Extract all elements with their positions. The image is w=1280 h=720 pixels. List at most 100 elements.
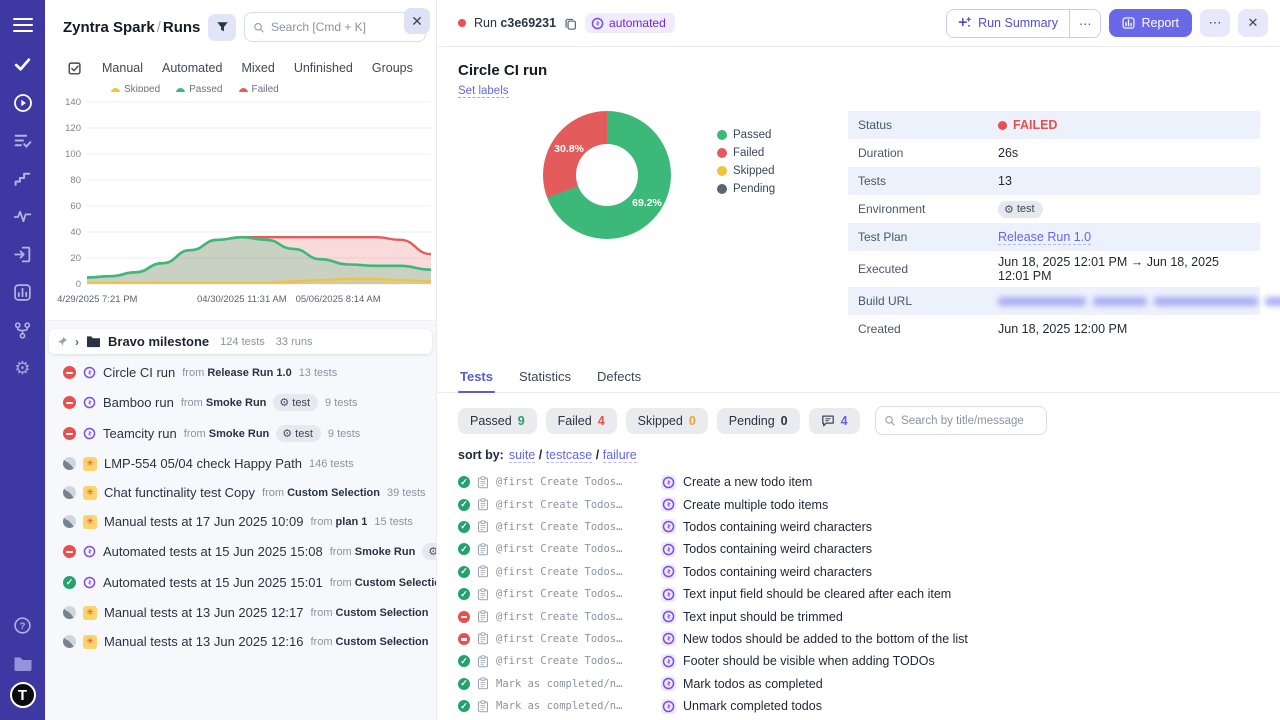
run-source: from Release Run 1.0 — [182, 367, 291, 379]
filter-chip[interactable]: Passed9 — [458, 408, 537, 434]
test-title: Create multiple todo items — [683, 498, 828, 512]
run-status-dot — [458, 19, 466, 27]
pin-icon[interactable] — [57, 336, 68, 347]
help-icon[interactable]: ? — [0, 606, 45, 644]
breadcrumb-project[interactable]: Zyntra Spark — [63, 19, 155, 36]
run-list-item[interactable]: ✳ LMP-554 05/04 check Happy Path ⚙ ⚙ 146… — [45, 449, 436, 478]
set-labels-link[interactable]: Set labels — [458, 85, 509, 98]
test-row[interactable]: @first Create Todos… Footer should be vi… — [458, 650, 1260, 672]
detail-row: Environment ⚙test — [848, 195, 1260, 223]
tab-automated[interactable]: Automated — [162, 61, 222, 75]
run-list-item[interactable]: Bamboo run from Smoke Run ⚙test ⚙ 9 test… — [45, 387, 436, 418]
run-list-item[interactable]: ✳ Chat functinality test Copy from Custo… — [45, 478, 436, 507]
milestone-folder-row[interactable]: › Bravo milestone 124 tests 33 runs — [49, 329, 432, 354]
test-title: New todos should be added to the bottom … — [683, 632, 968, 646]
legend-item: Failed — [239, 82, 279, 92]
automated-icon — [661, 542, 676, 557]
test-plan-link[interactable]: Release Run 1.0 — [998, 230, 1091, 245]
close-detail-button[interactable]: ✕ — [1238, 9, 1268, 37]
nav-import-icon[interactable] — [0, 236, 45, 274]
automated-badge[interactable]: automated — [585, 13, 675, 33]
detail-value: ⚙test — [998, 201, 1043, 218]
run-summary-more-button[interactable]: ⋯ — [1069, 10, 1101, 37]
test-suite-name: @first Create Todos… — [496, 611, 654, 623]
breadcrumb[interactable]: Zyntra Spark/Runs — [63, 19, 200, 36]
run-list-item[interactable]: Circle CI run from Release Run 1.0 ⚙ ⚙ 1… — [45, 358, 436, 387]
runs-search[interactable] — [244, 12, 426, 42]
automated-run-icon — [83, 576, 96, 589]
chevron-right-icon[interactable]: › — [75, 335, 79, 349]
tests-search[interactable] — [875, 406, 1047, 435]
sort-by-testcase[interactable]: testcase — [546, 448, 593, 463]
tab-defects[interactable]: Defects — [595, 363, 643, 392]
hamburger-menu-icon[interactable] — [13, 14, 33, 36]
filter-chip[interactable]: Skipped0 — [626, 408, 708, 434]
nav-analytics-icon[interactable] — [0, 274, 45, 312]
test-row[interactable]: @first Create Todos… Text input field sh… — [458, 583, 1260, 605]
svg-text:0: 0 — [76, 279, 81, 290]
tab-statistics[interactable]: Statistics — [517, 363, 573, 392]
run-name: Manual tests at 13 Jun 2025 12:16 — [104, 634, 303, 649]
nav-runs-icon[interactable] — [0, 84, 45, 122]
nav-plans-icon[interactable] — [0, 122, 45, 160]
more-options-button[interactable]: ⋯ — [1200, 9, 1230, 37]
run-list-item[interactable]: ✳ Manual tests at 17 Jun 2025 10:09 from… — [45, 507, 436, 536]
tab-manual[interactable]: Manual — [102, 61, 143, 75]
nav-testcases-icon[interactable] — [0, 46, 45, 84]
run-list-item[interactable]: Teamcity run from Smoke Run ⚙test ⚙ 9 te… — [45, 418, 436, 449]
tab-groups[interactable]: Groups — [372, 61, 413, 75]
test-title: Todos containing weird characters — [683, 542, 872, 556]
run-list-item[interactable]: Automated tests at 15 Jun 2025 15:01 fro… — [45, 567, 436, 598]
svg-text:20: 20 — [70, 253, 81, 264]
test-row[interactable]: @first Create Todos… Text input should b… — [458, 605, 1260, 627]
test-row[interactable]: @first Create Todos… New todos should be… — [458, 628, 1260, 650]
test-title: Text input field should be cleared after… — [683, 587, 951, 601]
runs-search-input[interactable] — [271, 20, 417, 34]
nav-pulse-icon[interactable] — [0, 198, 45, 236]
panel-close-button[interactable]: ✕ — [404, 8, 430, 34]
app-logo[interactable]: T — [10, 682, 36, 708]
test-row[interactable]: Mark as completed/n… Mark todos as compl… — [458, 673, 1260, 695]
automated-icon — [591, 17, 604, 30]
run-list-item[interactable]: ✳ Manual tests at 13 Jun 2025 12:16 from… — [45, 627, 436, 656]
settings-gear-icon[interactable]: ⚙ — [0, 350, 45, 388]
filter-chip[interactable]: Pending0 — [717, 408, 800, 434]
filter-button[interactable] — [208, 14, 236, 41]
sort-by-suite[interactable]: suite — [509, 448, 535, 463]
search-icon — [884, 414, 896, 427]
test-row[interactable]: @first Create Todos… Todos containing we… — [458, 561, 1260, 583]
detail-label: Status — [858, 118, 998, 132]
automated-run-icon — [83, 545, 96, 558]
donut-legend-item: Pending — [717, 183, 775, 195]
test-suite-name: @first Create Todos… — [496, 566, 654, 578]
svg-text:100: 100 — [65, 149, 81, 160]
detail-label: Executed — [858, 262, 998, 276]
comments-filter-chip[interactable]: 4 — [809, 408, 860, 434]
projects-folder-icon[interactable] — [0, 644, 45, 682]
test-row[interactable]: Mark as completed/n… Unmark completed to… — [458, 695, 1260, 717]
tab-mixed[interactable]: Mixed — [241, 61, 274, 75]
copy-icon[interactable] — [564, 17, 577, 30]
legend-item: Passed — [176, 82, 222, 92]
test-row[interactable]: @first Create Todos… Create a new todo i… — [458, 471, 1260, 493]
tab-unfinished[interactable]: Unfinished — [294, 61, 353, 75]
nav-branches-icon[interactable] — [0, 312, 45, 350]
report-button[interactable]: Report — [1109, 9, 1192, 37]
tests-search-input[interactable] — [901, 415, 1037, 427]
comment-icon — [821, 414, 835, 427]
test-row[interactable]: @first Create Todos… Todos containing we… — [458, 516, 1260, 538]
tab-tests[interactable]: Tests — [458, 363, 495, 392]
sort-row: sort by: suite / testcase / failure — [458, 448, 1260, 462]
test-row[interactable]: @first Create Todos… Todos containing we… — [458, 538, 1260, 560]
test-row[interactable]: @first Create Todos… Create multiple tod… — [458, 493, 1260, 515]
filter-chip[interactable]: Failed4 — [546, 408, 617, 434]
select-all-icon[interactable] — [67, 60, 83, 76]
sort-by-failure[interactable]: failure — [603, 448, 637, 463]
nav-milestones-icon[interactable] — [0, 160, 45, 198]
run-list-item[interactable]: ✳ Manual tests at 13 Jun 2025 12:17 from… — [45, 598, 436, 627]
run-list-item[interactable]: Automated tests at 15 Jun 2025 15:08 fro… — [45, 536, 436, 567]
run-summary-button[interactable]: Run Summary — [947, 10, 1069, 37]
test-suite-name: @first Create Todos… — [496, 633, 654, 645]
test-title: Todos containing weird characters — [683, 565, 872, 579]
run-detail-panel: Run c3e69231 automated Run Summary ⋯ Rep… — [438, 0, 1280, 720]
